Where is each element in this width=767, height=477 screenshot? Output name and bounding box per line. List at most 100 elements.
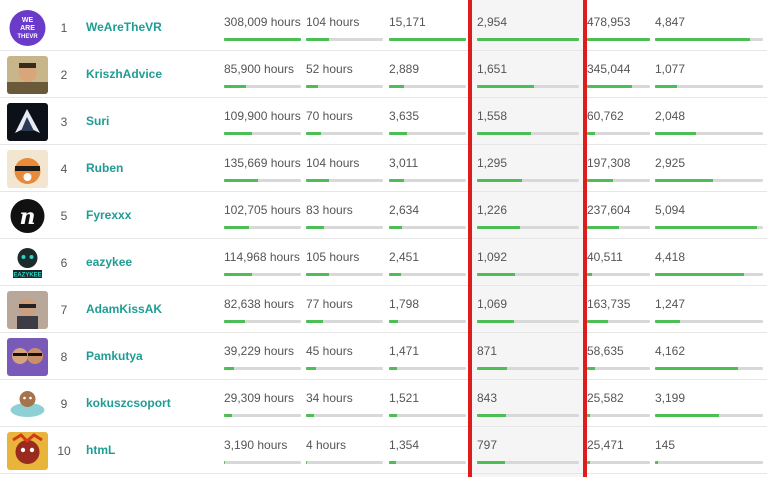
table-row[interactable]: n 5 Fyrexxx 102,705 hours 83 hours 2,634 1,226… (0, 192, 767, 239)
table-row[interactable]: EAZYKEE 6 eazykee 114,968 hours 105 hours 2,4… (0, 239, 767, 286)
table-row[interactable]: 10 htmL 3,190 hours 4 hours 1,354 797 25,471 14… (0, 427, 767, 474)
peak-time-progress-bar (306, 38, 383, 41)
channel-name-link[interactable]: Ruben (86, 161, 123, 175)
views-gained-progress-bar (587, 38, 650, 41)
followers-gained-value: 2,634 (389, 203, 420, 217)
peak-viewers-progress-bar (477, 414, 579, 417)
table-row[interactable]: 3 Suri 109,900 hours 70 hours 3,635 1,558 60,7… (0, 98, 767, 145)
watch-time-value: 39,229 hours (224, 344, 295, 358)
views-gained-value: 345,044 (587, 62, 631, 76)
views-gained-cell: 60,762 (587, 98, 650, 145)
table-row[interactable]: 8 Pamkutya 39,229 hours 45 hours 1,471 871 58,… (0, 333, 767, 380)
channel-name-link[interactable]: eazykee (86, 255, 132, 269)
views-gained-value: 478,953 (587, 15, 631, 29)
followers-gained-progress-bar (389, 320, 466, 323)
channel-name-link[interactable]: Suri (86, 114, 109, 128)
channel-avatar[interactable] (7, 291, 48, 329)
views-gained-value: 237,604 (587, 203, 631, 217)
channel-avatar[interactable] (7, 56, 48, 94)
channel-name-link[interactable]: WeAreTheVR (86, 20, 162, 34)
table-row[interactable]: 2 KriszhAdvice 85,900 hours 52 hours 2,889 1,… (0, 51, 767, 98)
peak-viewers-progress-bar (477, 461, 579, 464)
avg-viewers-value: 5,094 (655, 203, 686, 217)
views-gained-progress-bar (587, 367, 650, 370)
rank-number: 1 (60, 21, 68, 35)
views-gained-progress-bar (587, 273, 650, 276)
avg-viewers-progress-bar (655, 367, 763, 370)
watch-time-progress-fill (224, 367, 234, 370)
channel-name-link[interactable]: Fyrexxx (86, 208, 131, 222)
peak-viewers-progress-fill (477, 38, 579, 41)
table-row[interactable]: 4 Ruben 135,669 hours 104 hours 3,011 1,295 19… (0, 145, 767, 192)
channel-name-link[interactable]: kokuszcsoport (86, 396, 171, 410)
rank-number: 9 (60, 397, 68, 411)
watch-time-value: 102,705 hours (224, 203, 301, 217)
peak-viewers-value: 1,226 (477, 203, 508, 217)
channel-avatar[interactable] (7, 103, 48, 141)
views-gained-progress-fill (587, 273, 592, 276)
peak-viewers-progress-fill (477, 85, 534, 88)
views-gained-progress-bar (587, 179, 650, 182)
peak-time-value: 52 hours (306, 62, 353, 76)
followers-gained-value: 1,354 (389, 438, 420, 452)
peak-viewers-value: 1,558 (477, 109, 508, 123)
views-gained-progress-fill (587, 38, 650, 41)
peak-viewers-progress-fill (477, 226, 520, 229)
followers-gained-value: 2,451 (389, 250, 420, 264)
channel-avatar[interactable] (7, 150, 48, 188)
views-gained-cell: 197,308 (587, 145, 650, 192)
peak-viewers-value: 2,954 (477, 15, 508, 29)
channel-name-link[interactable]: AdamKissAK (86, 302, 162, 316)
peak-time-progress-bar (306, 273, 383, 276)
followers-gained-progress-fill (389, 85, 404, 88)
channel-name-link[interactable]: Pamkutya (86, 349, 143, 363)
followers-gained-value: 1,521 (389, 391, 420, 405)
table-row[interactable]: 9 kokuszcsoport 29,309 hours 34 hours 1,521 8… (0, 380, 767, 427)
followers-gained-cell: 3,011 (389, 145, 466, 192)
watch-time-cell: 102,705 hours (224, 192, 301, 239)
channel-name-link[interactable]: htmL (86, 443, 115, 457)
watch-time-progress-bar (224, 85, 301, 88)
followers-gained-cell: 2,634 (389, 192, 466, 239)
views-gained-cell: 163,735 (587, 286, 650, 333)
rank-number: 5 (60, 209, 68, 223)
peak-viewers-cell: 1,651 (477, 51, 579, 98)
followers-gained-progress-fill (389, 273, 401, 276)
watch-time-progress-fill (224, 273, 252, 276)
channel-avatar[interactable] (7, 338, 48, 376)
avg-viewers-progress-fill (655, 226, 757, 229)
watch-time-cell: 114,968 hours (224, 239, 301, 286)
channel-avatar[interactable] (7, 385, 48, 423)
table-row[interactable]: 7 AdamKissAK 82,638 hours 77 hours 1,798 1,06… (0, 286, 767, 333)
channel-avatar[interactable]: n (7, 197, 48, 235)
followers-gained-progress-bar (389, 38, 466, 41)
channel-avatar[interactable]: EAZYKEE (7, 244, 48, 282)
peak-time-cell: 4 hours (306, 427, 383, 474)
peak-time-progress-fill (306, 132, 321, 135)
peak-time-progress-bar (306, 85, 383, 88)
channel-avatar[interactable]: WE ARE THEVR (7, 9, 48, 47)
svg-text:EAZYKEE: EAZYKEE (13, 273, 41, 279)
avg-viewers-value: 1,247 (655, 297, 686, 311)
watch-time-progress-bar (224, 38, 301, 41)
peak-viewers-cell: 797 (477, 427, 579, 474)
peak-viewers-cell: 2,954 (477, 4, 579, 51)
followers-gained-progress-fill (389, 38, 466, 41)
views-gained-value: 25,471 (587, 438, 624, 452)
rank-number: 7 (60, 303, 68, 317)
avg-viewers-value: 3,199 (655, 391, 686, 405)
watch-time-progress-fill (224, 226, 249, 229)
followers-gained-cell: 1,798 (389, 286, 466, 333)
avg-viewers-progress-bar (655, 414, 763, 417)
views-gained-value: 25,582 (587, 391, 624, 405)
watch-time-progress-fill (224, 179, 258, 182)
watch-time-progress-bar (224, 226, 301, 229)
avg-viewers-value: 4,847 (655, 15, 686, 29)
channel-name-link[interactable]: KriszhAdvice (86, 67, 162, 81)
peak-viewers-progress-bar (477, 320, 579, 323)
peak-time-cell: 83 hours (306, 192, 383, 239)
followers-gained-progress-bar (389, 226, 466, 229)
channel-avatar[interactable] (7, 432, 48, 470)
views-gained-cell: 25,582 (587, 380, 650, 427)
table-row[interactable]: WE ARE THEVR 1 WeAreTheVR 308,009 hours 104 ho… (0, 4, 767, 51)
